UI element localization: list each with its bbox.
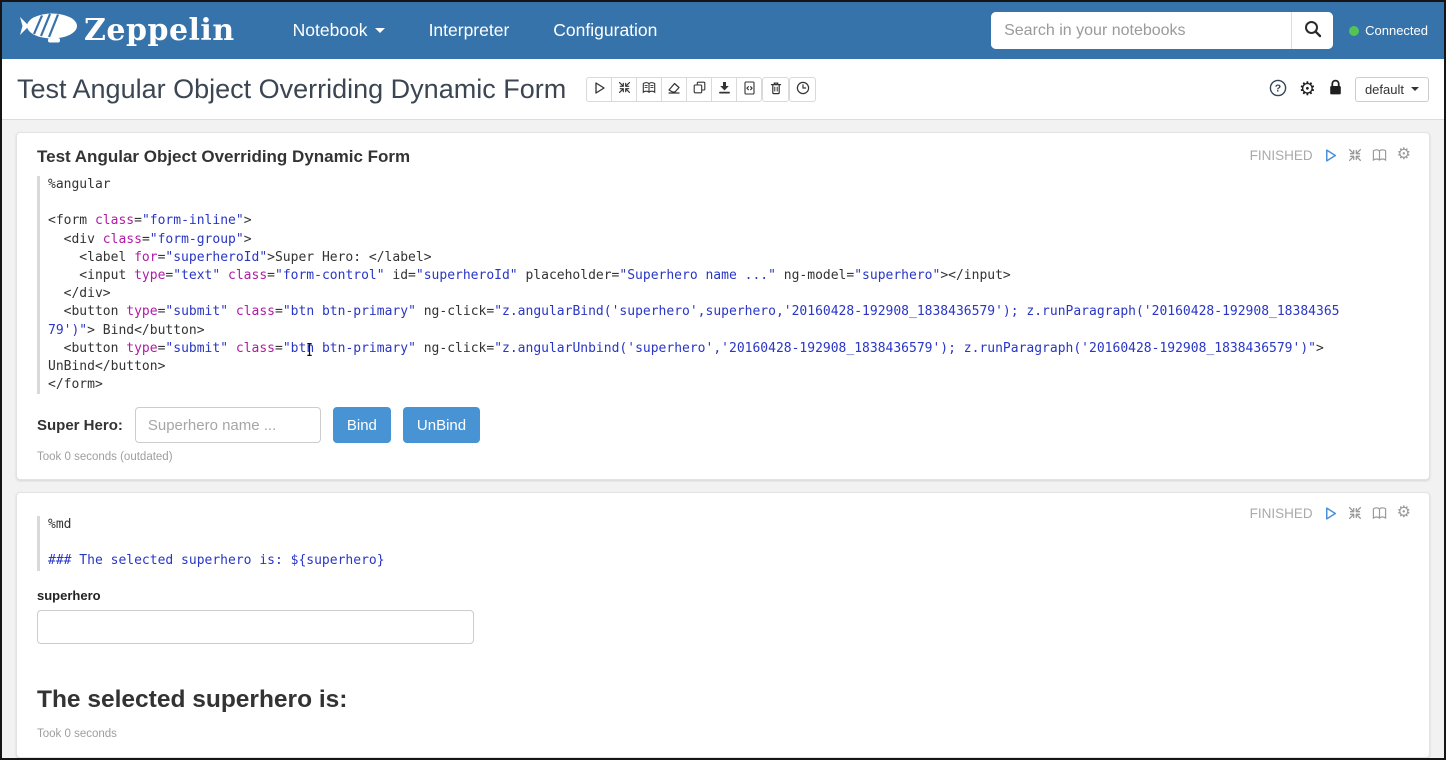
zeppelin-window: Zeppelin Notebook Interpreter Configurat… — [0, 0, 1446, 760]
code-line: %md — [48, 516, 1409, 534]
clone-note-button[interactable] — [686, 77, 712, 102]
angular-form-output: Super Hero: Bind UnBind — [37, 407, 1409, 443]
execution-time: Took 0 seconds — [37, 728, 1409, 740]
clear-output-button[interactable] — [661, 77, 687, 102]
shrink-icon[interactable] — [1348, 148, 1362, 162]
paragraph-angular-form: Test Angular Object Overriding Dynamic F… — [16, 132, 1430, 480]
code-line: <form class="form-inline"> — [48, 212, 1409, 230]
brand-name: Zeppelin — [84, 13, 235, 48]
status-label: Connected — [1365, 23, 1428, 38]
markdown-output-heading: The selected superhero is: — [37, 686, 1409, 714]
search-button[interactable] — [1291, 12, 1333, 49]
book-icon — [642, 81, 656, 97]
code-line: <button type="submit" class="btn btn-pri… — [48, 340, 1409, 358]
search-input[interactable] — [991, 12, 1291, 49]
notebook-search — [991, 12, 1333, 49]
note-title: Test Angular Object Overriding Dynamic F… — [17, 74, 566, 105]
gear-icon: ⚙ — [1299, 80, 1316, 99]
file-code-icon — [743, 81, 756, 98]
code-editor[interactable]: %angular <form class="form-inline"> <div… — [37, 176, 1409, 394]
help-icon: ? — [1269, 79, 1287, 100]
code-line: <input type="text" class="form-control" … — [48, 267, 1409, 285]
nav-item-notebook[interactable]: Notebook — [293, 20, 385, 41]
unbind-button[interactable]: UnBind — [403, 407, 480, 443]
code-line: </div> — [48, 285, 1409, 303]
note-settings-button[interactable]: ⚙ — [1299, 80, 1316, 99]
paragraph-markdown: FINISHED — [16, 492, 1430, 758]
note-content: Test Angular Object Overriding Dynamic F… — [2, 120, 1444, 760]
superhero-name-input[interactable] — [135, 407, 321, 443]
code-line: %angular — [48, 176, 1409, 194]
execution-time: Took 0 seconds (outdated) — [37, 451, 1409, 463]
search-icon — [1304, 20, 1322, 41]
code-line: <button type="submit" class="btn btn-pri… — [48, 303, 1409, 321]
code-line: </form> — [48, 376, 1409, 394]
help-button[interactable]: ? — [1269, 79, 1287, 100]
interpreter-binding-dropdown[interactable]: default — [1355, 77, 1429, 102]
code-line: ### The selected superhero is: ${superhe… — [48, 552, 1409, 570]
download-icon — [718, 81, 731, 97]
chevron-down-icon — [375, 28, 385, 33]
copy-icon — [693, 81, 706, 97]
nav-item-interpreter[interactable]: Interpreter — [429, 20, 510, 41]
eraser-icon — [667, 81, 681, 97]
chevron-down-icon — [1411, 87, 1419, 91]
code-line: 79')"> Bind</button> — [48, 322, 1409, 340]
bind-button[interactable]: Bind — [333, 407, 391, 443]
top-navbar: Zeppelin Notebook Interpreter Configurat… — [2, 2, 1444, 59]
code-line: <div class="form-group"> — [48, 231, 1409, 249]
interpreter-binding-label: default — [1365, 82, 1404, 97]
superhero-form-label: Super Hero: — [37, 417, 123, 434]
code-line: <label for="superheroId">Super Hero: </l… — [48, 249, 1409, 267]
toggle-output-button[interactable] — [636, 77, 662, 102]
clock-icon — [796, 81, 810, 98]
code-editor[interactable]: %md ### The selected superhero is: ${sup… — [37, 516, 1409, 571]
note-action-bar: Test Angular Object Overriding Dynamic F… — [2, 59, 1444, 120]
paragraph-title: Test Angular Object Overriding Dynamic F… — [37, 147, 1409, 167]
code-line — [48, 194, 1409, 212]
export-code-button[interactable] — [736, 77, 762, 102]
trash-icon — [769, 81, 783, 98]
paragraph-status-bar: FINISHED — [1250, 147, 1411, 163]
run-paragraph-button[interactable] — [1323, 148, 1338, 163]
export-note-button[interactable] — [711, 77, 737, 102]
permissions-button[interactable] — [1328, 79, 1343, 99]
book-icon[interactable] — [1372, 148, 1387, 162]
nav-item-configuration[interactable]: Configuration — [553, 20, 657, 41]
dynamic-form-label: superhero — [37, 588, 1409, 603]
mouse-cursor-ibeam — [305, 342, 314, 363]
toggle-code-button[interactable] — [611, 77, 637, 102]
nav-menu: Notebook Interpreter Configuration — [293, 20, 658, 41]
code-line: UnBind</button> — [48, 358, 1409, 376]
svg-text:?: ? — [1275, 82, 1281, 94]
zeppelin-logo[interactable]: Zeppelin — [18, 7, 235, 54]
status-dot-icon — [1349, 26, 1359, 36]
status-badge: FINISHED — [1250, 148, 1313, 163]
shrink-icon — [618, 81, 631, 97]
connection-status: Connected — [1349, 23, 1428, 38]
lock-icon — [1328, 79, 1343, 99]
run-all-button[interactable] — [586, 77, 612, 102]
delete-note-button[interactable] — [762, 77, 789, 102]
note-button-group — [586, 77, 762, 102]
superhero-dynamic-input[interactable] — [37, 610, 474, 644]
navbar-right: Connected — [991, 12, 1428, 49]
paragraph-gear-icon[interactable]: ⚙ — [1397, 147, 1411, 163]
version-control-button[interactable] — [789, 77, 816, 102]
play-icon — [593, 81, 606, 98]
note-settings-controls: ? ⚙ default — [1269, 77, 1429, 102]
code-line — [48, 534, 1409, 552]
zeppelin-blimp-icon — [18, 7, 80, 54]
